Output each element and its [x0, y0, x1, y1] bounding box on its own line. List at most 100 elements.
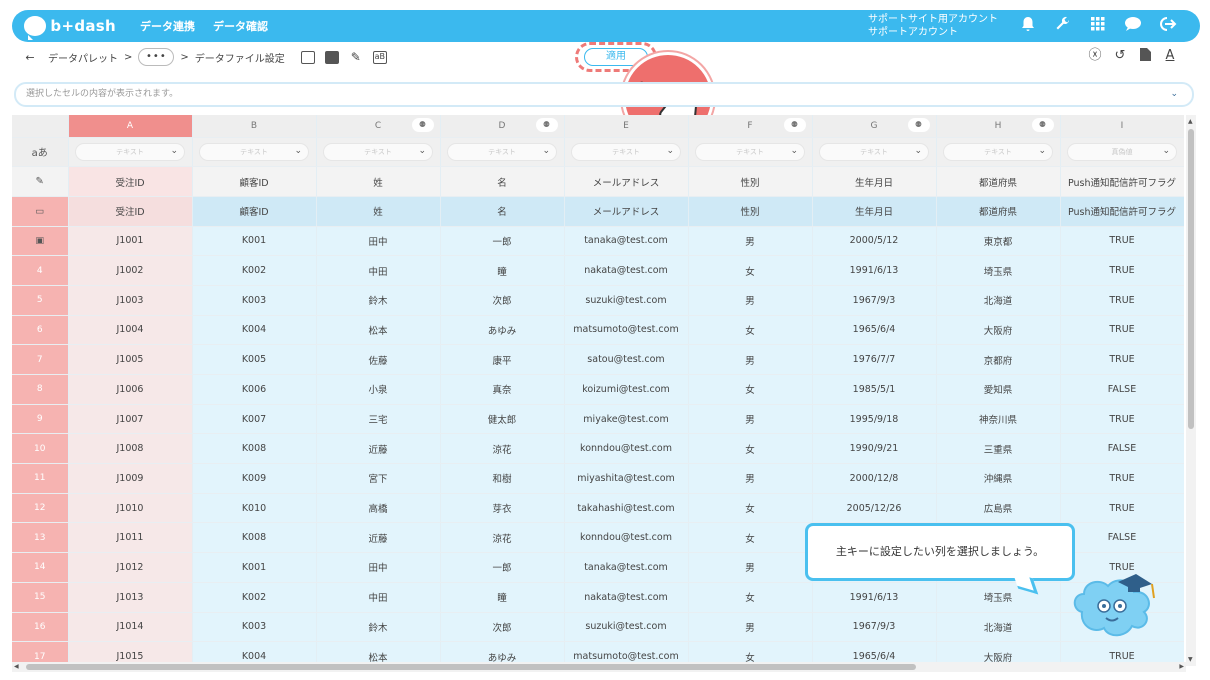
breadcrumb-data-palette[interactable]: データパレット: [48, 50, 118, 65]
table-cell[interactable]: 2000/12/8: [812, 463, 937, 494]
table-cell[interactable]: 鈴木: [316, 285, 441, 316]
table-cell[interactable]: 中田: [316, 255, 441, 286]
table-cell[interactable]: 一郎: [440, 552, 565, 583]
column-header-i[interactable]: I: [1060, 115, 1184, 138]
table-cell[interactable]: TRUE: [1060, 404, 1184, 435]
account-info[interactable]: サポートサイト用アカウント サポートアカウント: [868, 13, 998, 39]
table-cell[interactable]: 男: [688, 463, 813, 494]
table-cell[interactable]: 男: [688, 285, 813, 316]
corner-cell[interactable]: [12, 115, 69, 138]
horizontal-scroll-thumb[interactable]: [26, 664, 916, 670]
table-cell[interactable]: 女: [688, 582, 813, 613]
table-cell[interactable]: TRUE: [1060, 285, 1184, 316]
scroll-down-icon[interactable]: ▼: [1188, 656, 1193, 663]
table-cell[interactable]: 1967/9/3: [812, 285, 937, 316]
table-cell[interactable]: FALSE: [1060, 374, 1184, 405]
table-cell[interactable]: 涼花: [440, 522, 565, 554]
header-data-cell[interactable]: 姓: [316, 196, 441, 227]
column-header-c[interactable]: C ⚉: [316, 115, 441, 138]
table-cell[interactable]: 2000/5/12: [812, 226, 937, 257]
table-cell[interactable]: J1003: [68, 285, 193, 316]
table-cell[interactable]: 1976/7/7: [812, 344, 937, 375]
table-cell[interactable]: takahashi@test.com: [564, 493, 689, 524]
breadcrumb-more-button[interactable]: •••: [138, 48, 175, 66]
table-cell[interactable]: K008: [192, 522, 317, 554]
row-number[interactable]: 11: [12, 463, 69, 494]
window-icon[interactable]: [300, 50, 315, 64]
type-select[interactable]: テキスト ⌄: [943, 142, 1053, 161]
type-select[interactable]: テキスト ⌄: [447, 142, 557, 161]
table-cell[interactable]: 女: [688, 522, 813, 554]
table-cell[interactable]: 三宅: [316, 404, 441, 435]
row-number[interactable]: 10: [12, 433, 69, 465]
table-cell[interactable]: 佐藤: [316, 344, 441, 375]
table-cell[interactable]: 近藤: [316, 522, 441, 554]
column-name-cell[interactable]: メールアドレス: [564, 166, 689, 197]
table-cell[interactable]: 沖縄県: [936, 463, 1061, 494]
table-cell[interactable]: 鈴木: [316, 612, 441, 643]
table-cell[interactable]: miyashita@test.com: [564, 463, 689, 494]
type-select[interactable]: テキスト ⌄: [75, 142, 185, 161]
table-cell[interactable]: 田中: [316, 226, 441, 257]
file-icon[interactable]: [1137, 48, 1153, 64]
column-name-cell[interactable]: 名: [440, 166, 565, 197]
table-cell[interactable]: 女: [688, 493, 813, 524]
row-number[interactable]: 13: [12, 522, 69, 554]
column-name-cell[interactable]: 都道府県: [936, 166, 1061, 197]
table-cell[interactable]: 1965/6/4: [812, 315, 937, 346]
table-cell[interactable]: 三重県: [936, 433, 1061, 465]
row-number[interactable]: 9: [12, 404, 69, 435]
table-cell[interactable]: J1004: [68, 315, 193, 346]
edit-icon[interactable]: ✎: [349, 50, 363, 64]
row-number[interactable]: 16: [12, 612, 69, 643]
type-select[interactable]: テキスト ⌄: [199, 142, 309, 161]
type-select[interactable]: テキスト ⌄: [323, 142, 433, 161]
table-cell[interactable]: 男: [688, 612, 813, 643]
vertical-scroll-thumb[interactable]: [1188, 129, 1194, 429]
table-cell[interactable]: 次郎: [440, 285, 565, 316]
horizontal-scrollbar[interactable]: ◀ ▶: [12, 662, 1186, 672]
table-cell[interactable]: J1001: [68, 226, 193, 257]
table-cell[interactable]: 中田: [316, 582, 441, 613]
table-cell[interactable]: 1995/9/18: [812, 404, 937, 435]
bell-icon[interactable]: [1018, 16, 1038, 36]
header-data-cell[interactable]: 都道府県: [936, 196, 1061, 227]
table-cell[interactable]: 神奈川県: [936, 404, 1061, 435]
text-field-icon[interactable]: aB: [372, 50, 387, 64]
row-number[interactable]: 14: [12, 552, 69, 583]
table-cell[interactable]: 男: [688, 226, 813, 257]
table-cell[interactable]: J1006: [68, 374, 193, 405]
type-select[interactable]: 真偽値 ⌄: [1067, 142, 1177, 161]
table-cell[interactable]: 小泉: [316, 374, 441, 405]
table-cell[interactable]: K008: [192, 433, 317, 465]
table-cell[interactable]: K003: [192, 285, 317, 316]
group-icon[interactable]: ⚉: [411, 118, 434, 132]
table-cell[interactable]: 大阪府: [936, 315, 1061, 346]
grid-icon[interactable]: [1088, 16, 1108, 36]
table-cell[interactable]: J1010: [68, 493, 193, 524]
column-header-g[interactable]: G ⚉: [812, 115, 937, 138]
table-cell[interactable]: 真奈: [440, 374, 565, 405]
chat-icon[interactable]: [1123, 16, 1143, 36]
vertical-scrollbar[interactable]: ▲ ▼: [1186, 115, 1196, 666]
table-cell[interactable]: suzuki@test.com: [564, 612, 689, 643]
table-cell[interactable]: 東京都: [936, 226, 1061, 257]
table-cell[interactable]: 1985/5/1: [812, 374, 937, 405]
table-cell[interactable]: TRUE: [1060, 344, 1184, 375]
header-data-cell[interactable]: Push通知配信許可フラグ: [1060, 196, 1184, 227]
table-cell[interactable]: 1990/9/21: [812, 433, 937, 465]
table-cell[interactable]: nakata@test.com: [564, 255, 689, 286]
table-cell[interactable]: 男: [688, 344, 813, 375]
table-cell[interactable]: J1012: [68, 552, 193, 583]
table-cell[interactable]: TRUE: [1060, 226, 1184, 257]
nav-data-check[interactable]: データ確認: [213, 18, 268, 34]
table-cell[interactable]: K007: [192, 404, 317, 435]
column-name-cell[interactable]: 顧客ID: [192, 166, 317, 197]
table-cell[interactable]: suzuki@test.com: [564, 285, 689, 316]
table-cell[interactable]: 高橋: [316, 493, 441, 524]
table-cell[interactable]: 埼玉県: [936, 582, 1061, 613]
table-cell[interactable]: tanaka@test.com: [564, 226, 689, 257]
column-header-h[interactable]: H ⚉: [936, 115, 1061, 138]
column-name-cell[interactable]: Push通知配信許可フラグ: [1060, 166, 1184, 197]
column-header-f[interactable]: F ⚉: [688, 115, 813, 138]
